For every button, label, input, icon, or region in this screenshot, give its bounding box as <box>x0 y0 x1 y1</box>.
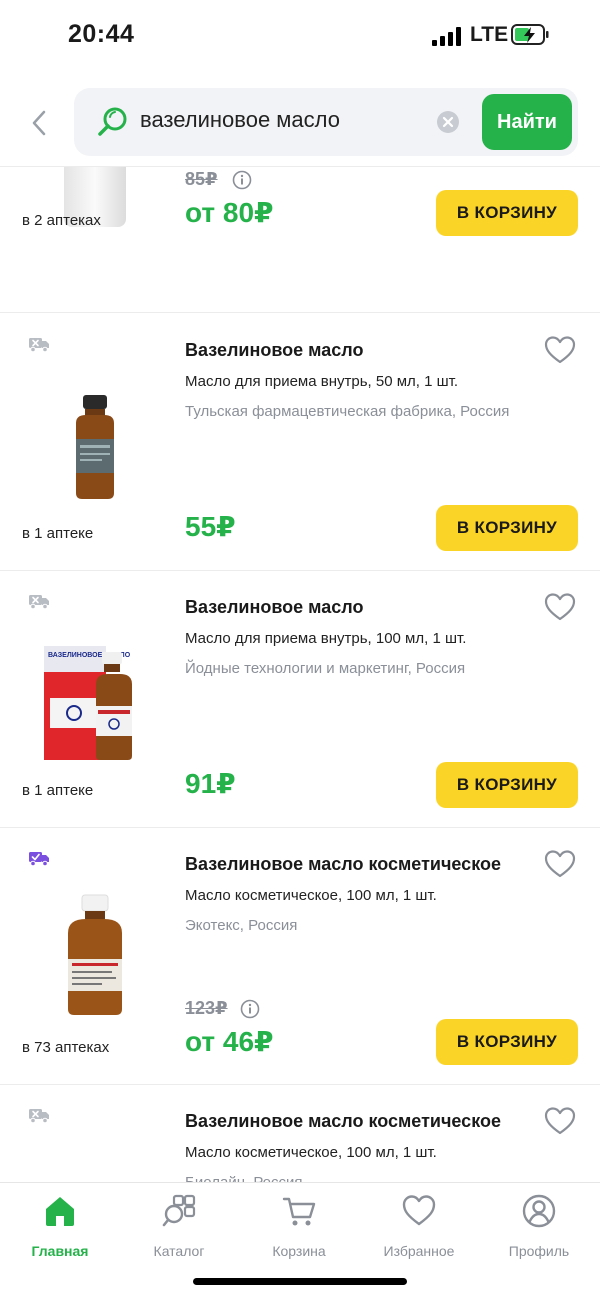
product-manufacturer: Экотекс, Россия <box>185 917 298 934</box>
product-image <box>64 167 126 227</box>
product-card[interactable]: Вазелиновое масло косметическое Масло ко… <box>0 1084 600 1182</box>
price: 91₽ <box>185 768 236 799</box>
price: 55₽ <box>185 511 236 542</box>
status-time: 20:44 <box>68 20 135 48</box>
availability-label: в 2 аптеках <box>22 212 101 229</box>
search-icon <box>98 107 127 136</box>
product-description: Масло для приема внутрь, 100 мл, 1 шт. <box>185 630 467 647</box>
tab-label: Каталог <box>153 1243 205 1259</box>
product-title[interactable]: Вазелиновое масло <box>185 340 363 361</box>
add-to-cart-button[interactable]: В КОРЗИНУ <box>436 190 578 236</box>
network-label: LTE <box>470 23 509 46</box>
info-icon[interactable] <box>232 170 252 190</box>
catalog-icon <box>162 1194 196 1227</box>
battery-icon <box>511 24 549 45</box>
product-title[interactable]: Вазелиновое масло <box>185 597 363 618</box>
availability-label: в 1 аптеке <box>22 782 94 799</box>
favorite-heart-icon[interactable] <box>544 335 576 365</box>
tab-favorites[interactable]: Избранное <box>359 1193 479 1259</box>
product-image: ВАЗЕЛИНОВОЕ МАСЛО <box>44 646 132 760</box>
product-card[interactable]: Вазелиновое масло Масло для приема внутр… <box>0 313 600 571</box>
delivery-unavailable-icon <box>29 595 49 610</box>
favorite-heart-icon[interactable] <box>544 592 576 622</box>
product-manufacturer: Йодные технологии и маркетинг, Россия <box>185 660 466 677</box>
add-to-cart-button[interactable]: В КОРЗИНУ <box>436 1019 578 1065</box>
tab-label: Корзина <box>272 1243 326 1259</box>
price: от 80₽ <box>185 197 274 228</box>
clear-icon[interactable] <box>436 110 460 134</box>
search-input[interactable] <box>140 107 420 133</box>
tab-profile[interactable]: Профиль <box>479 1193 599 1259</box>
tab-catalog[interactable]: Каталог <box>119 1193 239 1259</box>
product-card[interactable]: ВАЗЕЛИНОВОЕ МАСЛО Вазелиновое масло Масл… <box>0 570 600 828</box>
add-to-cart-button[interactable]: В КОРЗИНУ <box>436 505 578 551</box>
add-to-cart-button[interactable]: В КОРЗИНУ <box>436 762 578 808</box>
product-manufacturer: Тульская фармацевтическая фабрика, Росси… <box>185 403 510 420</box>
product-list: в 2 аптеках 85₽ от 80₽ В КОРЗИНУ Вазелин… <box>0 167 600 1182</box>
signal-icon <box>432 26 462 46</box>
back-chevron-icon[interactable] <box>26 108 52 138</box>
product-description: Масло для приема внутрь, 50 мл, 1 шт. <box>185 373 459 390</box>
tab-label: Профиль <box>508 1243 570 1259</box>
old-price: 85₽ <box>185 169 218 189</box>
delivery-available-icon <box>29 852 49 867</box>
search-box[interactable]: Найти <box>74 88 578 156</box>
product-manufacturer: Биолайн, Россия <box>185 1174 303 1182</box>
product-description: Масло косметическое, 100 мл, 1 шт. <box>185 1144 437 1161</box>
availability-label: в 1 аптеке <box>22 525 94 542</box>
find-button[interactable]: Найти <box>482 94 572 150</box>
product-title[interactable]: Вазелиновое масло косметическое <box>185 1111 501 1132</box>
old-price: 123₽ <box>185 998 228 1018</box>
favorite-heart-icon[interactable] <box>544 849 576 879</box>
tab-label: Избранное <box>383 1243 455 1259</box>
status-bar: 20:44 LTE <box>0 0 600 72</box>
product-title[interactable]: Вазелиновое масло косметическое <box>185 854 501 875</box>
tab-cart[interactable]: Корзина <box>239 1193 359 1259</box>
tab-label: Главная <box>31 1243 89 1259</box>
delivery-unavailable-icon <box>29 1109 49 1124</box>
favorite-heart-icon[interactable] <box>544 1106 576 1136</box>
tab-home[interactable]: Главная <box>0 1193 120 1259</box>
product-card[interactable]: Вазелиновое масло косметическое Масло ко… <box>0 827 600 1085</box>
heart-icon <box>402 1195 436 1226</box>
product-image <box>68 894 122 1015</box>
search-header: Найти <box>0 80 600 167</box>
cart-icon <box>282 1197 316 1226</box>
product-card[interactable]: в 2 аптеках 85₽ от 80₽ В КОРЗИНУ <box>0 167 600 313</box>
product-image <box>76 395 114 499</box>
home-icon <box>46 1197 74 1226</box>
home-indicator <box>193 1278 407 1285</box>
availability-label: в 73 аптеках <box>22 1039 110 1056</box>
info-icon[interactable] <box>240 999 260 1019</box>
product-description: Масло косметическое, 100 мл, 1 шт. <box>185 887 437 904</box>
profile-icon <box>522 1194 556 1228</box>
delivery-unavailable-icon <box>29 338 49 353</box>
price: от 46₽ <box>185 1026 274 1057</box>
